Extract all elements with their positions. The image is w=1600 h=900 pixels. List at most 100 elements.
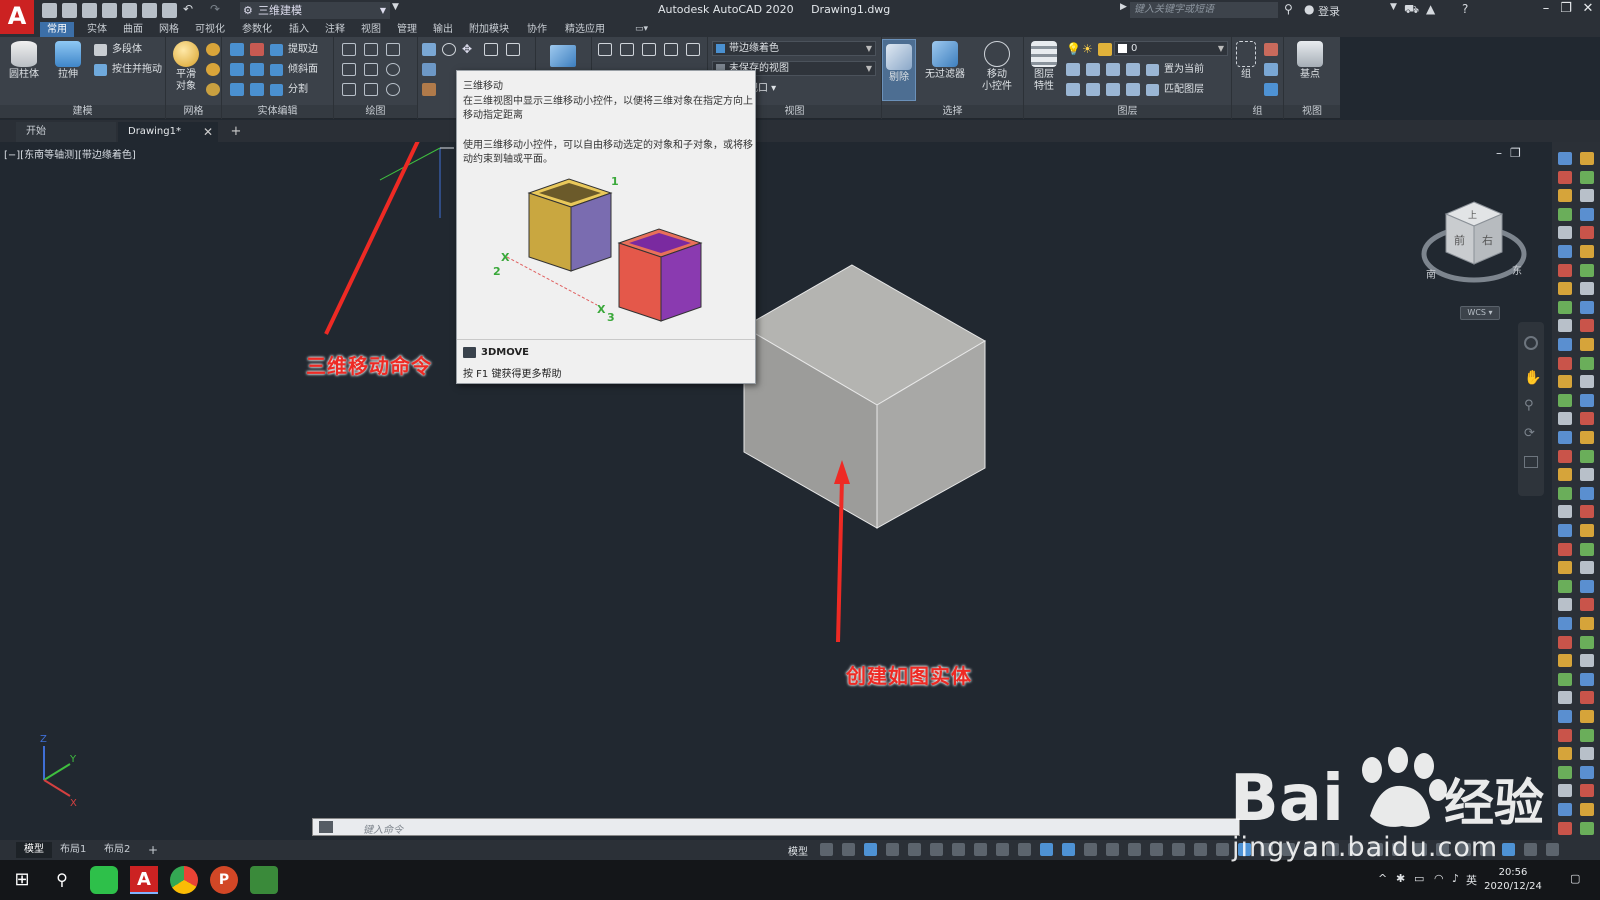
palette-tool-icon[interactable] (1558, 431, 1572, 444)
palette-tool-icon[interactable] (1580, 728, 1594, 742)
status-toggle-icon[interactable] (952, 843, 965, 856)
layer-lock-icon[interactable] (1126, 63, 1140, 76)
visual-style-combo[interactable]: 带边缘着色 ▼ (712, 41, 876, 56)
palette-tool-icon[interactable] (1558, 152, 1572, 165)
tab-manage[interactable]: 管理 (390, 22, 424, 37)
file-tab-start[interactable]: 开始 (16, 122, 116, 142)
erase-icon[interactable] (422, 83, 436, 96)
taskbar-clock[interactable]: 20:56 2020/12/24 (1478, 866, 1548, 894)
command-history-icon[interactable] (319, 821, 333, 833)
palette-tool-icon[interactable] (1580, 486, 1594, 500)
layer-thaw-icon[interactable] (1106, 83, 1120, 96)
smooth-object-button[interactable]: 平滑 对象 (168, 41, 204, 93)
battery-icon[interactable]: ▭ (1414, 872, 1424, 885)
status-toggle-icon[interactable] (974, 843, 987, 856)
layer-combo[interactable]: 0 ▼ (1114, 41, 1228, 56)
search-input[interactable]: 键入关键字或短语 (1130, 2, 1278, 18)
palette-tool-icon[interactable] (1580, 598, 1594, 612)
ungroup-icon[interactable] (1264, 43, 1278, 56)
status-toggle-icon[interactable] (1172, 843, 1185, 856)
palette-tool-icon[interactable] (1558, 691, 1572, 705)
qat-customize-icon[interactable]: ▼ (392, 2, 399, 12)
palette-tool-icon[interactable] (1580, 189, 1594, 203)
status-toggle-icon[interactable] (1128, 843, 1141, 856)
panel-title-draw[interactable]: 绘图 (334, 105, 417, 118)
taper-faces-button[interactable]: 倾斜面 (270, 62, 318, 78)
palette-tool-icon[interactable] (1558, 356, 1572, 370)
command-input[interactable]: 键入命令 (363, 821, 403, 836)
palette-tool-icon[interactable] (1580, 375, 1594, 389)
binoculars-icon[interactable]: ⚲ (1284, 2, 1293, 16)
save-web-icon[interactable] (142, 3, 157, 18)
palette-tool-icon[interactable] (1558, 542, 1572, 556)
new-file-icon[interactable] (42, 3, 57, 18)
palette-tool-icon[interactable] (1580, 245, 1594, 258)
zoom-icon[interactable]: ⚲ (1524, 398, 1534, 413)
palette-tool-icon[interactable] (1580, 765, 1594, 779)
palette-tool-icon[interactable] (1558, 635, 1572, 649)
user-icon[interactable]: ● (1304, 2, 1314, 16)
palette-tool-icon[interactable] (1580, 654, 1594, 668)
mesh-refine-icon[interactable] (206, 83, 220, 96)
status-toggle-icon[interactable] (1150, 843, 1163, 856)
ucs-origin-icon[interactable] (620, 43, 634, 56)
palette-tool-icon[interactable] (1580, 226, 1594, 240)
palette-tool-icon[interactable] (1580, 505, 1594, 519)
tab-insert[interactable]: 插入 (282, 22, 316, 37)
extrude-button[interactable]: 拉伸 (50, 41, 86, 81)
group-button[interactable]: 组 (1232, 41, 1260, 81)
palette-tool-icon[interactable] (1580, 412, 1594, 426)
palette-tool-icon[interactable] (1558, 579, 1572, 593)
group-select-icon[interactable] (1264, 83, 1278, 96)
tab-surface[interactable]: 曲面 (116, 22, 150, 37)
lock-icon[interactable] (1098, 43, 1112, 56)
close-icon[interactable]: ✕ (1578, 1, 1598, 16)
save-as-icon[interactable] (102, 3, 117, 18)
palette-tool-icon[interactable] (1558, 282, 1572, 296)
palette-tool-icon[interactable] (1580, 263, 1594, 277)
close-tab-icon[interactable]: ✕ (200, 122, 216, 142)
polysolid-button[interactable]: 多段体 (94, 42, 142, 58)
status-toggle-icon[interactable] (1106, 843, 1119, 856)
status-toggle-icon[interactable] (842, 843, 855, 856)
palette-tool-icon[interactable] (1558, 412, 1572, 426)
layout-tab-1[interactable]: 布局1 (52, 842, 94, 858)
tab-mesh[interactable]: 网格 (152, 22, 186, 37)
palette-tool-icon[interactable] (1580, 672, 1594, 686)
palette-tool-icon[interactable] (1580, 524, 1594, 537)
undo-icon[interactable]: ↶ (183, 2, 193, 16)
palette-tool-icon[interactable] (1558, 468, 1572, 482)
palette-tool-icon[interactable] (1580, 449, 1594, 463)
taskbar-autocad-icon[interactable]: A (130, 866, 158, 894)
palette-tool-icon[interactable] (1580, 747, 1594, 761)
status-toggle-icon[interactable] (1084, 843, 1097, 856)
palette-tool-icon[interactable] (1558, 263, 1572, 277)
tab-addins[interactable]: 附加模块 (462, 22, 516, 37)
palette-tool-icon[interactable] (1558, 170, 1572, 184)
help-icon[interactable]: ? (1462, 2, 1468, 16)
palette-tool-icon[interactable] (1580, 803, 1594, 816)
status-toggle-icon[interactable] (908, 843, 921, 856)
tab-featured-apps[interactable]: 精选应用 (558, 22, 612, 37)
layer-off-icon[interactable] (1066, 63, 1080, 76)
palette-tool-icon[interactable] (1558, 710, 1572, 723)
palette-tool-icon[interactable] (1580, 579, 1594, 593)
array-icon[interactable] (422, 63, 436, 76)
taskbar-search-icon[interactable]: ⚲ (48, 866, 76, 894)
presspull-button[interactable]: 按住并拖动 (94, 62, 162, 78)
palette-tool-icon[interactable] (1558, 375, 1572, 389)
palette-tool-icon[interactable] (1558, 300, 1572, 314)
line-icon[interactable] (364, 63, 378, 76)
restore-icon[interactable]: ❐ (1556, 1, 1576, 16)
save-icon[interactable] (82, 3, 97, 18)
powerpoint-icon[interactable]: P (210, 866, 238, 894)
ucs-object-icon[interactable] (686, 43, 700, 56)
panel-title-solid-editing[interactable]: 实体编辑 (222, 105, 333, 118)
thicken-icon[interactable] (250, 83, 264, 96)
panel-title-selection[interactable]: 选择 (882, 105, 1023, 118)
layer-isolate-icon[interactable] (1086, 63, 1100, 76)
palette-tool-icon[interactable] (1580, 356, 1594, 370)
login-button[interactable]: 登录 (1318, 3, 1340, 19)
polyline-icon[interactable] (342, 43, 356, 56)
orbit-icon[interactable]: ⟳ (1524, 426, 1535, 441)
